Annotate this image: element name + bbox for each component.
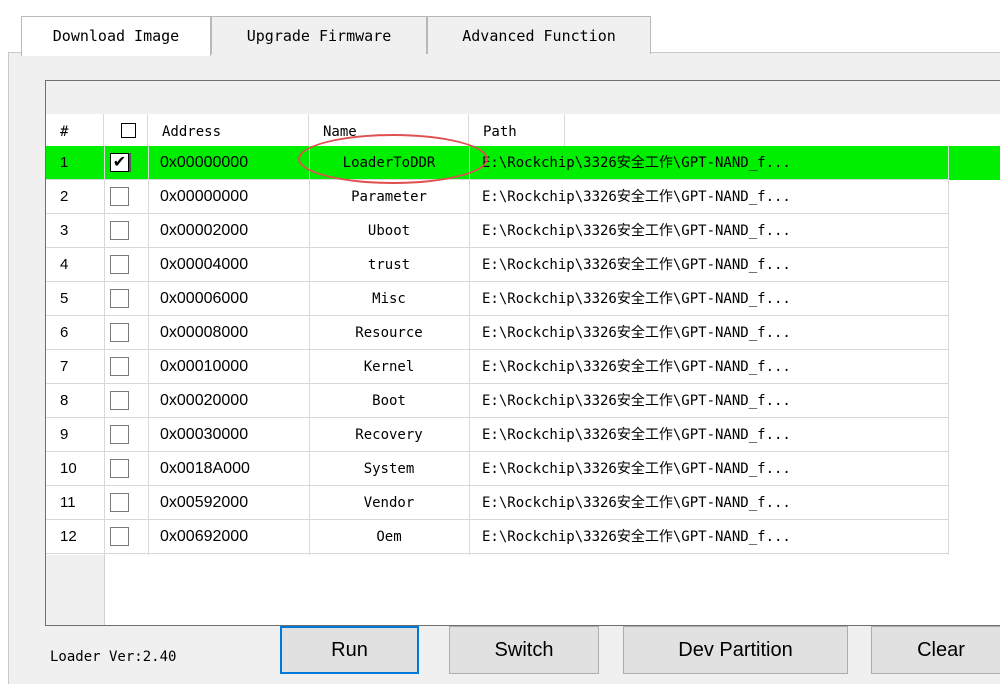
- table-row[interactable]: 2 0x00000000 Parameter E:\Rockchip\3326安全工作…: [46, 180, 1000, 214]
- row-address: 0x0018A000: [160, 460, 250, 477]
- row-checkbox[interactable]: [110, 255, 129, 274]
- row-name: Oem: [376, 529, 402, 545]
- row-checkbox[interactable]: ✔: [110, 153, 129, 172]
- row-path: E:\Rockchip\3326安全工作\GPT-NAND_f...: [482, 495, 791, 511]
- row-address: 0x00008000: [160, 324, 249, 341]
- table-row[interactable]: 4 0x00004000 trust E:\Rockchip\3326安全工作\GPT…: [46, 248, 1000, 282]
- row-path: E:\Rockchip\3326安全工作\GPT-NAND_f...: [482, 529, 791, 545]
- table-row[interactable]: 11 0x00592000 Vendor E:\Rockchip\3326安全工作\G…: [46, 486, 1000, 520]
- tab-download-image[interactable]: Download Image: [21, 16, 211, 56]
- table-row[interactable]: 10 0x0018A000 System E:\Rockchip\3326安全工作\G…: [46, 452, 1000, 486]
- row-name: trust: [367, 257, 411, 273]
- grid-line: [104, 146, 105, 555]
- table-row[interactable]: 3 0x00002000 Uboot E:\Rockchip\3326安全工作\GPT…: [46, 214, 1000, 248]
- run-button[interactable]: Run: [280, 626, 419, 674]
- row-number: 11: [60, 494, 76, 511]
- row-name: Kernel: [363, 359, 415, 375]
- row-path: E:\Rockchip\3326安全工作\GPT-NAND_f...: [482, 325, 791, 341]
- row-number: 3: [60, 222, 69, 239]
- row-address: 0x00030000: [160, 426, 249, 443]
- column-header-number[interactable]: #: [46, 114, 104, 146]
- dev-partition-button[interactable]: Dev Partition: [623, 626, 848, 674]
- row-number: 10: [60, 460, 77, 477]
- row-number: 5: [60, 290, 69, 307]
- table-row[interactable]: 12 0x00692000 Oem E:\Rockchip\3326安全工作\GPT-…: [46, 520, 1000, 554]
- switch-button[interactable]: Switch: [449, 626, 599, 674]
- row-path: E:\Rockchip\3326安全工作\GPT-NAND_f...: [482, 359, 791, 375]
- row-checkbox[interactable]: [110, 493, 129, 512]
- row-checkbox[interactable]: [110, 459, 129, 478]
- grid-line: [148, 146, 149, 555]
- column-header-path[interactable]: Path: [469, 114, 565, 146]
- row-name: Recovery: [355, 427, 423, 443]
- row-address: 0x00000000: [160, 188, 249, 205]
- row-checkbox[interactable]: [110, 289, 129, 308]
- table-row[interactable]: 6 0x00008000 Resource E:\Rockchip\3326安全工作\…: [46, 316, 1000, 350]
- row-path: E:\Rockchip\3326安全工作\GPT-NAND_f...: [482, 223, 791, 239]
- row-address: 0x00006000: [160, 290, 249, 307]
- row-path: E:\Rockchip\3326安全工作\GPT-NAND_f...: [482, 393, 791, 409]
- row-path: E:\Rockchip\3326安全工作\GPT-NAND_f...: [482, 189, 791, 205]
- column-header-name[interactable]: Name: [309, 114, 469, 146]
- row-checkbox[interactable]: [110, 323, 129, 342]
- row-name: System: [363, 461, 415, 477]
- row-number: 6: [60, 324, 69, 341]
- row-checkbox[interactable]: [110, 221, 129, 240]
- table-row[interactable]: 9 0x00030000 Recovery E:\Rockchip\3326安全工作\…: [46, 418, 1000, 452]
- list-empty-gutter: [46, 555, 105, 625]
- row-number: 4: [60, 256, 69, 273]
- row-number: 7: [60, 358, 69, 375]
- row-number: 9: [60, 426, 69, 443]
- column-header-address[interactable]: Address: [148, 114, 309, 146]
- grid-line: [948, 146, 949, 555]
- row-address: 0x00010000: [160, 358, 249, 375]
- row-name: Misc: [372, 291, 406, 307]
- row-name: Boot: [372, 393, 406, 409]
- row-path: E:\Rockchip\3326安全工作\GPT-NAND_f...: [482, 257, 791, 273]
- row-address: 0x00000000: [160, 154, 249, 171]
- row-checkbox[interactable]: [110, 425, 129, 444]
- table-row[interactable]: 7 0x00010000 Kernel E:\Rockchip\3326安全工作\GP…: [46, 350, 1000, 384]
- row-path: E:\Rockchip\3326安全工作\GPT-NAND_f...: [482, 291, 791, 307]
- table-row[interactable]: 1 ✔ 0x00000000 LoaderToDDR E:\Rockchip\3326安…: [46, 146, 1000, 180]
- row-name: Uboot: [367, 223, 411, 239]
- row-address: 0x00692000: [160, 528, 249, 545]
- row-checkbox[interactable]: [110, 187, 129, 206]
- row-path: E:\Rockchip\3326安全工作\GPT-NAND_f...: [482, 155, 791, 171]
- row-name: LoaderToDDR: [342, 155, 436, 171]
- row-number: 12: [60, 528, 77, 545]
- row-name: Vendor: [363, 495, 415, 511]
- tab-upgrade-firmware[interactable]: Upgrade Firmware: [211, 16, 427, 54]
- grid-line: [309, 146, 310, 555]
- table-row[interactable]: 5 0x00006000 Misc E:\Rockchip\3326安全工作\GPT-…: [46, 282, 1000, 316]
- row-path: E:\Rockchip\3326安全工作\GPT-NAND_f...: [482, 427, 791, 443]
- grid-line: [469, 146, 470, 555]
- select-all-checkbox[interactable]: [121, 123, 136, 138]
- clear-button[interactable]: Clear: [871, 626, 1000, 674]
- tab-advanced-function[interactable]: Advanced Function: [427, 16, 651, 54]
- list-header: # Address Name Path: [46, 114, 1000, 147]
- loader-version-label: Loader Ver:2.40: [50, 649, 177, 665]
- row-name: Parameter: [351, 189, 427, 205]
- row-address: 0x00592000: [160, 494, 249, 511]
- row-checkbox[interactable]: [110, 391, 129, 410]
- row-number: 2: [60, 188, 69, 205]
- row-number: 1: [60, 154, 69, 171]
- grid-line: [46, 553, 948, 554]
- row-address: 0x00004000: [160, 256, 249, 273]
- row-address: 0x00002000: [160, 222, 249, 239]
- row-path: E:\Rockchip\3326安全工作\GPT-NAND_f...: [482, 461, 791, 477]
- row-checkbox[interactable]: [110, 527, 129, 546]
- row-number: 8: [60, 392, 69, 409]
- row-checkbox[interactable]: [110, 357, 129, 376]
- row-name: Resource: [355, 325, 423, 341]
- table-row[interactable]: 8 0x00020000 Boot E:\Rockchip\3326安全工作\GPT-…: [46, 384, 1000, 418]
- row-address: 0x00020000: [160, 392, 249, 409]
